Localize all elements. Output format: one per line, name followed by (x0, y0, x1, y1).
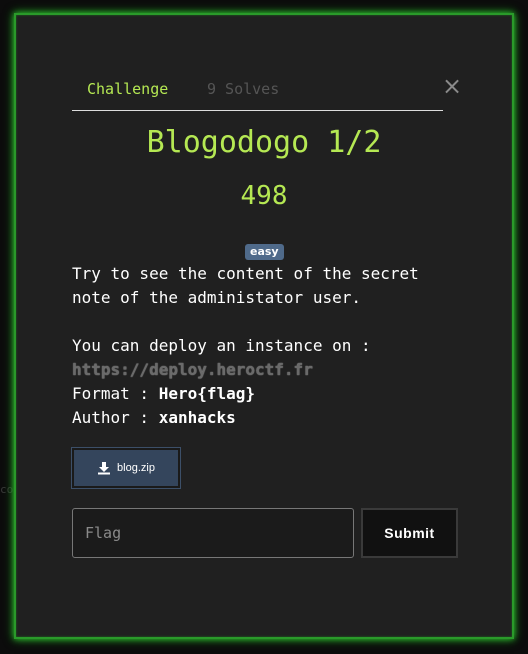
author-line: Author : xanhacks (72, 406, 236, 430)
file-name: blog.zip (117, 462, 155, 474)
submit-button[interactable]: Submit (361, 508, 458, 558)
deploy-url-link[interactable]: https://deploy.heroctf.fr (72, 358, 313, 382)
description-line-2: note of the administator user. (72, 288, 361, 307)
description-line-1: Try to see the content of the secret (72, 264, 419, 283)
flag-input[interactable] (72, 508, 354, 558)
format-line: Format : Hero{flag} (72, 382, 255, 406)
difficulty-badge: easy (245, 244, 284, 260)
background-text-fragment: co (0, 483, 14, 496)
description-line-3: You can deploy an instance on : (72, 336, 371, 355)
close-icon[interactable]: × (442, 72, 462, 100)
download-icon (98, 462, 111, 475)
author-value: xanhacks (158, 408, 236, 427)
format-label: Format : (72, 384, 159, 403)
download-file-button[interactable]: blog.zip (72, 448, 180, 488)
modal-tabs: Challenge 9 Solves (72, 74, 443, 111)
author-label: Author : (72, 408, 159, 427)
tab-solves[interactable]: 9 Solves (207, 80, 279, 106)
challenge-title: Blogodogo 1/2 (146, 125, 382, 160)
tab-challenge[interactable]: Challenge (87, 80, 168, 106)
format-value: Hero{flag} (158, 384, 256, 403)
challenge-points: 498 (240, 181, 288, 211)
